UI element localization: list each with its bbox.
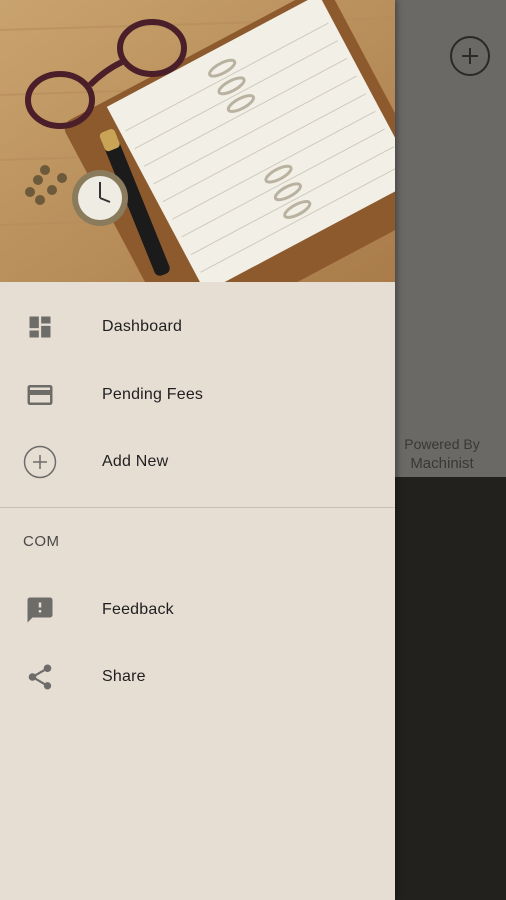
- menu-label-add-new: Add New: [102, 453, 169, 470]
- navigation-drawer: Dashboard Pending Fees Add New COM Feedb…: [0, 0, 395, 900]
- powered-by-text: Powered By: [404, 436, 480, 452]
- section-title: COM: [23, 533, 60, 550]
- menu-item-add-new[interactable]: Add New: [0, 428, 395, 496]
- menu-label-dashboard: Dashboard: [102, 318, 183, 335]
- menu-item-share[interactable]: Share: [0, 643, 395, 711]
- dashboard-icon: [22, 309, 58, 345]
- menu-label-pending-fees: Pending Fees: [102, 386, 204, 403]
- drawer-header-image: [0, 0, 395, 282]
- add-button[interactable]: [450, 36, 490, 76]
- powered-by-label: Powered By Machinist: [396, 434, 488, 474]
- credit-card-icon: [22, 377, 58, 413]
- menu-item-pending-fees[interactable]: Pending Fees: [0, 361, 395, 429]
- menu-item-feedback[interactable]: Feedback: [0, 576, 395, 644]
- header-photo: [0, 0, 395, 282]
- menu-label-share: Share: [102, 668, 146, 685]
- add-circle-icon: [22, 444, 58, 480]
- menu-label-feedback: Feedback: [102, 601, 174, 618]
- menu-item-dashboard[interactable]: Dashboard: [0, 293, 395, 361]
- share-icon: [22, 659, 58, 695]
- feedback-icon: [22, 592, 58, 628]
- plus-icon: [462, 48, 478, 64]
- menu-divider: [0, 507, 395, 508]
- brand-name: Machinist: [410, 455, 474, 472]
